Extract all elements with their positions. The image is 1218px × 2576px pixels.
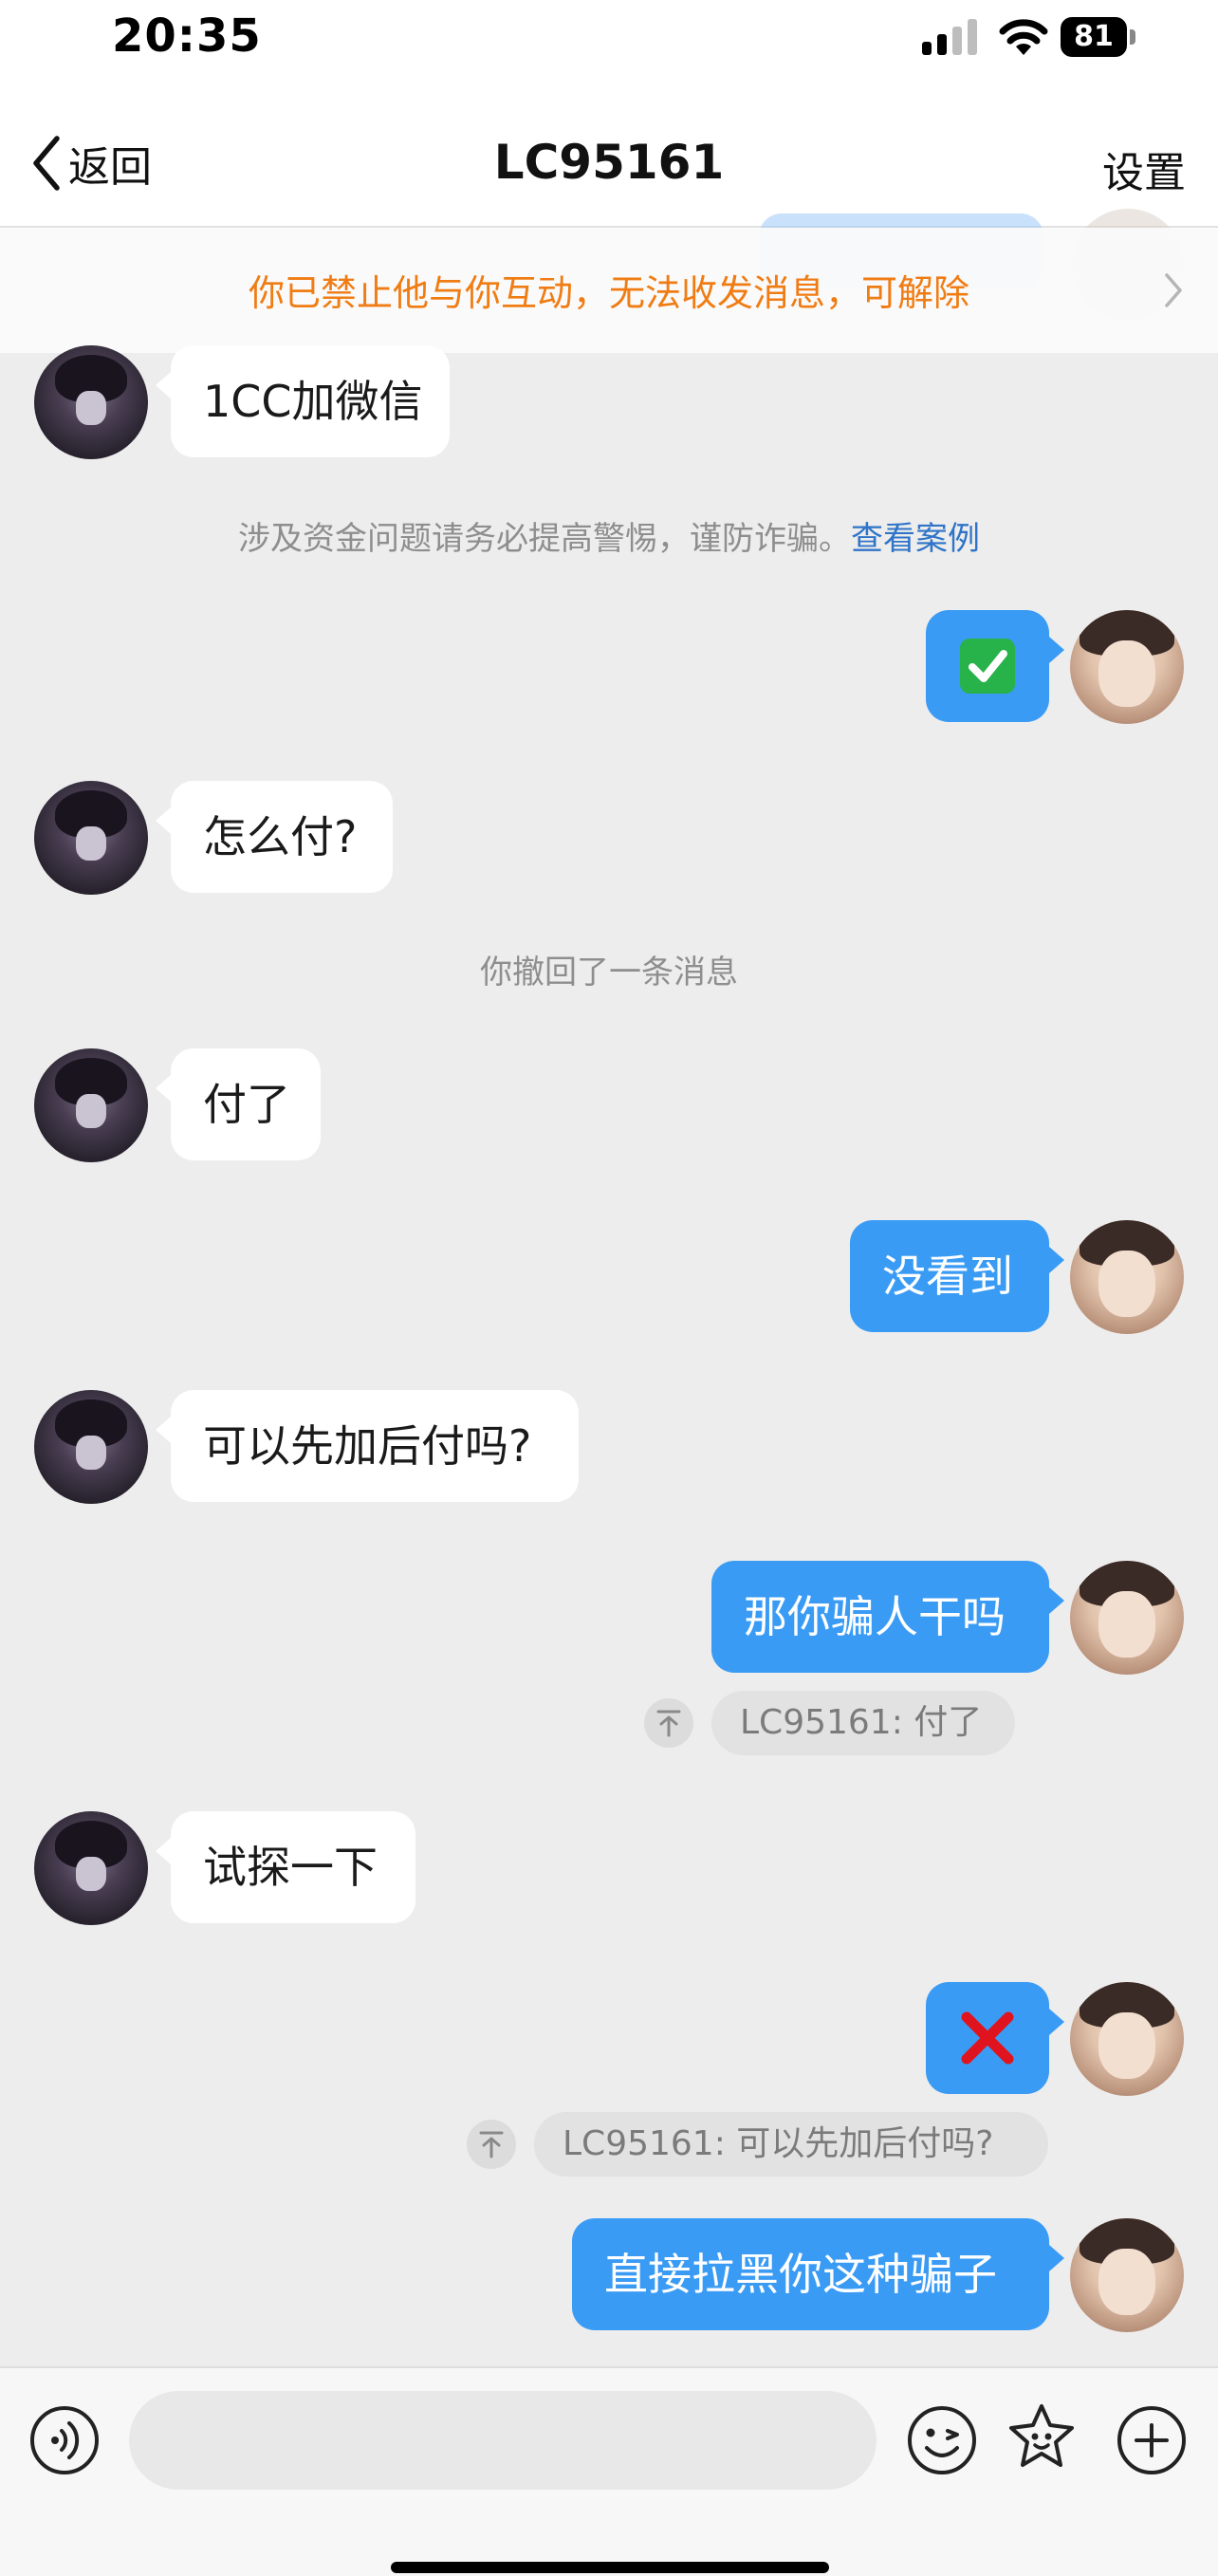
contact-avatar[interactable] (34, 1811, 148, 1925)
contact-avatar[interactable] (34, 1390, 148, 1504)
fraud-warning: 涉及资金问题请务必提高警惕，谨防诈骗。查看案例 (0, 512, 1218, 559)
self-avatar[interactable] (1070, 1561, 1184, 1675)
voice-icon[interactable] (28, 2404, 101, 2476)
incoming-message-bubble[interactable]: 付了 (171, 1048, 321, 1160)
message-text: 试探一下 (203, 1842, 378, 1893)
cross-mark-emoji (961, 2011, 1014, 2065)
incoming-message-bubble[interactable]: 1CC加微信 (171, 345, 450, 457)
outgoing-message-bubble[interactable] (926, 1982, 1049, 2094)
fraud-warning-text: 涉及资金问题请务必提高警惕，谨防诈骗。 (238, 520, 851, 558)
outgoing-message-bubble[interactable]: 那你骗人干吗 (711, 1561, 1049, 1673)
view-cases-link[interactable]: 查看案例 (851, 520, 980, 558)
message-text: 可以先加后付吗? (203, 1420, 532, 1472)
battery-level: 81 (1074, 20, 1114, 53)
quoted-text: LC95161: 可以先加后付吗? (563, 2124, 994, 2163)
home-indicator[interactable] (391, 2562, 829, 2573)
message-text: 直接拉黑你这种骗子 (604, 2249, 997, 2300)
back-button[interactable]: 返回 (30, 135, 152, 192)
self-avatar[interactable] (1070, 610, 1184, 724)
incoming-message-bubble[interactable]: 怎么付? (171, 781, 393, 893)
message-text: 那你骗人干吗 (744, 1591, 1006, 1642)
message-text: 怎么付? (203, 811, 358, 862)
sticker-star-icon[interactable] (1006, 2400, 1078, 2473)
settings-button[interactable]: 设置 (1102, 139, 1186, 199)
back-label: 返回 (68, 143, 152, 192)
block-notice-text: 你已禁止他与你互动，无法收发消息，可解除 (248, 272, 969, 314)
quoted-message-chip[interactable]: LC95161: 可以先加后付吗? (534, 2112, 1048, 2177)
self-avatar[interactable] (1070, 1982, 1184, 2096)
navigation-bar: 返回 LC95161 设置 (0, 85, 1218, 228)
chevron-left-icon (33, 136, 60, 191)
quote-up-icon[interactable] (467, 2120, 516, 2169)
message-text: 1CC加微信 (203, 376, 423, 427)
emoji-face-icon[interactable] (906, 2404, 978, 2476)
wifi-icon (999, 19, 1048, 55)
recall-notice: 你撤回了一条消息 (480, 954, 738, 991)
message-input[interactable] (129, 2391, 877, 2490)
self-avatar[interactable] (1070, 2218, 1184, 2332)
cellular-signal-icon (922, 19, 977, 55)
outgoing-message-bubble[interactable]: 没看到 (850, 1220, 1049, 1332)
block-notice-banner[interactable]: 你已禁止他与你互动，无法收发消息，可解除 (0, 228, 1218, 353)
contact-avatar[interactable] (34, 345, 148, 459)
incoming-message-bubble[interactable]: 可以先加后付吗? (171, 1390, 579, 1502)
contact-avatar[interactable] (34, 1048, 148, 1162)
chevron-right-icon (1165, 273, 1182, 307)
incoming-message-bubble[interactable]: 试探一下 (171, 1811, 415, 1923)
outgoing-message-bubble[interactable]: 直接拉黑你这种骗子 (572, 2218, 1049, 2330)
quote-up-icon[interactable] (644, 1698, 693, 1748)
self-avatar[interactable] (1070, 1220, 1184, 1334)
status-time: 20:35 (112, 9, 262, 63)
check-mark-button-emoji (960, 639, 1015, 694)
status-bar: 20:35 81 (0, 0, 1218, 85)
quoted-message-chip[interactable]: LC95161: 付了 (711, 1691, 1015, 1755)
quoted-text: LC95161: 付了 (740, 1703, 983, 1742)
chat-title: LC95161 (493, 135, 725, 190)
outgoing-message-bubble[interactable] (926, 610, 1049, 722)
plus-icon[interactable] (1116, 2404, 1188, 2476)
battery-icon: 81 (1061, 17, 1136, 57)
message-text: 付了 (203, 1079, 290, 1130)
message-text: 没看到 (882, 1251, 1013, 1302)
input-bar (0, 2366, 1218, 2576)
contact-avatar[interactable] (34, 781, 148, 895)
